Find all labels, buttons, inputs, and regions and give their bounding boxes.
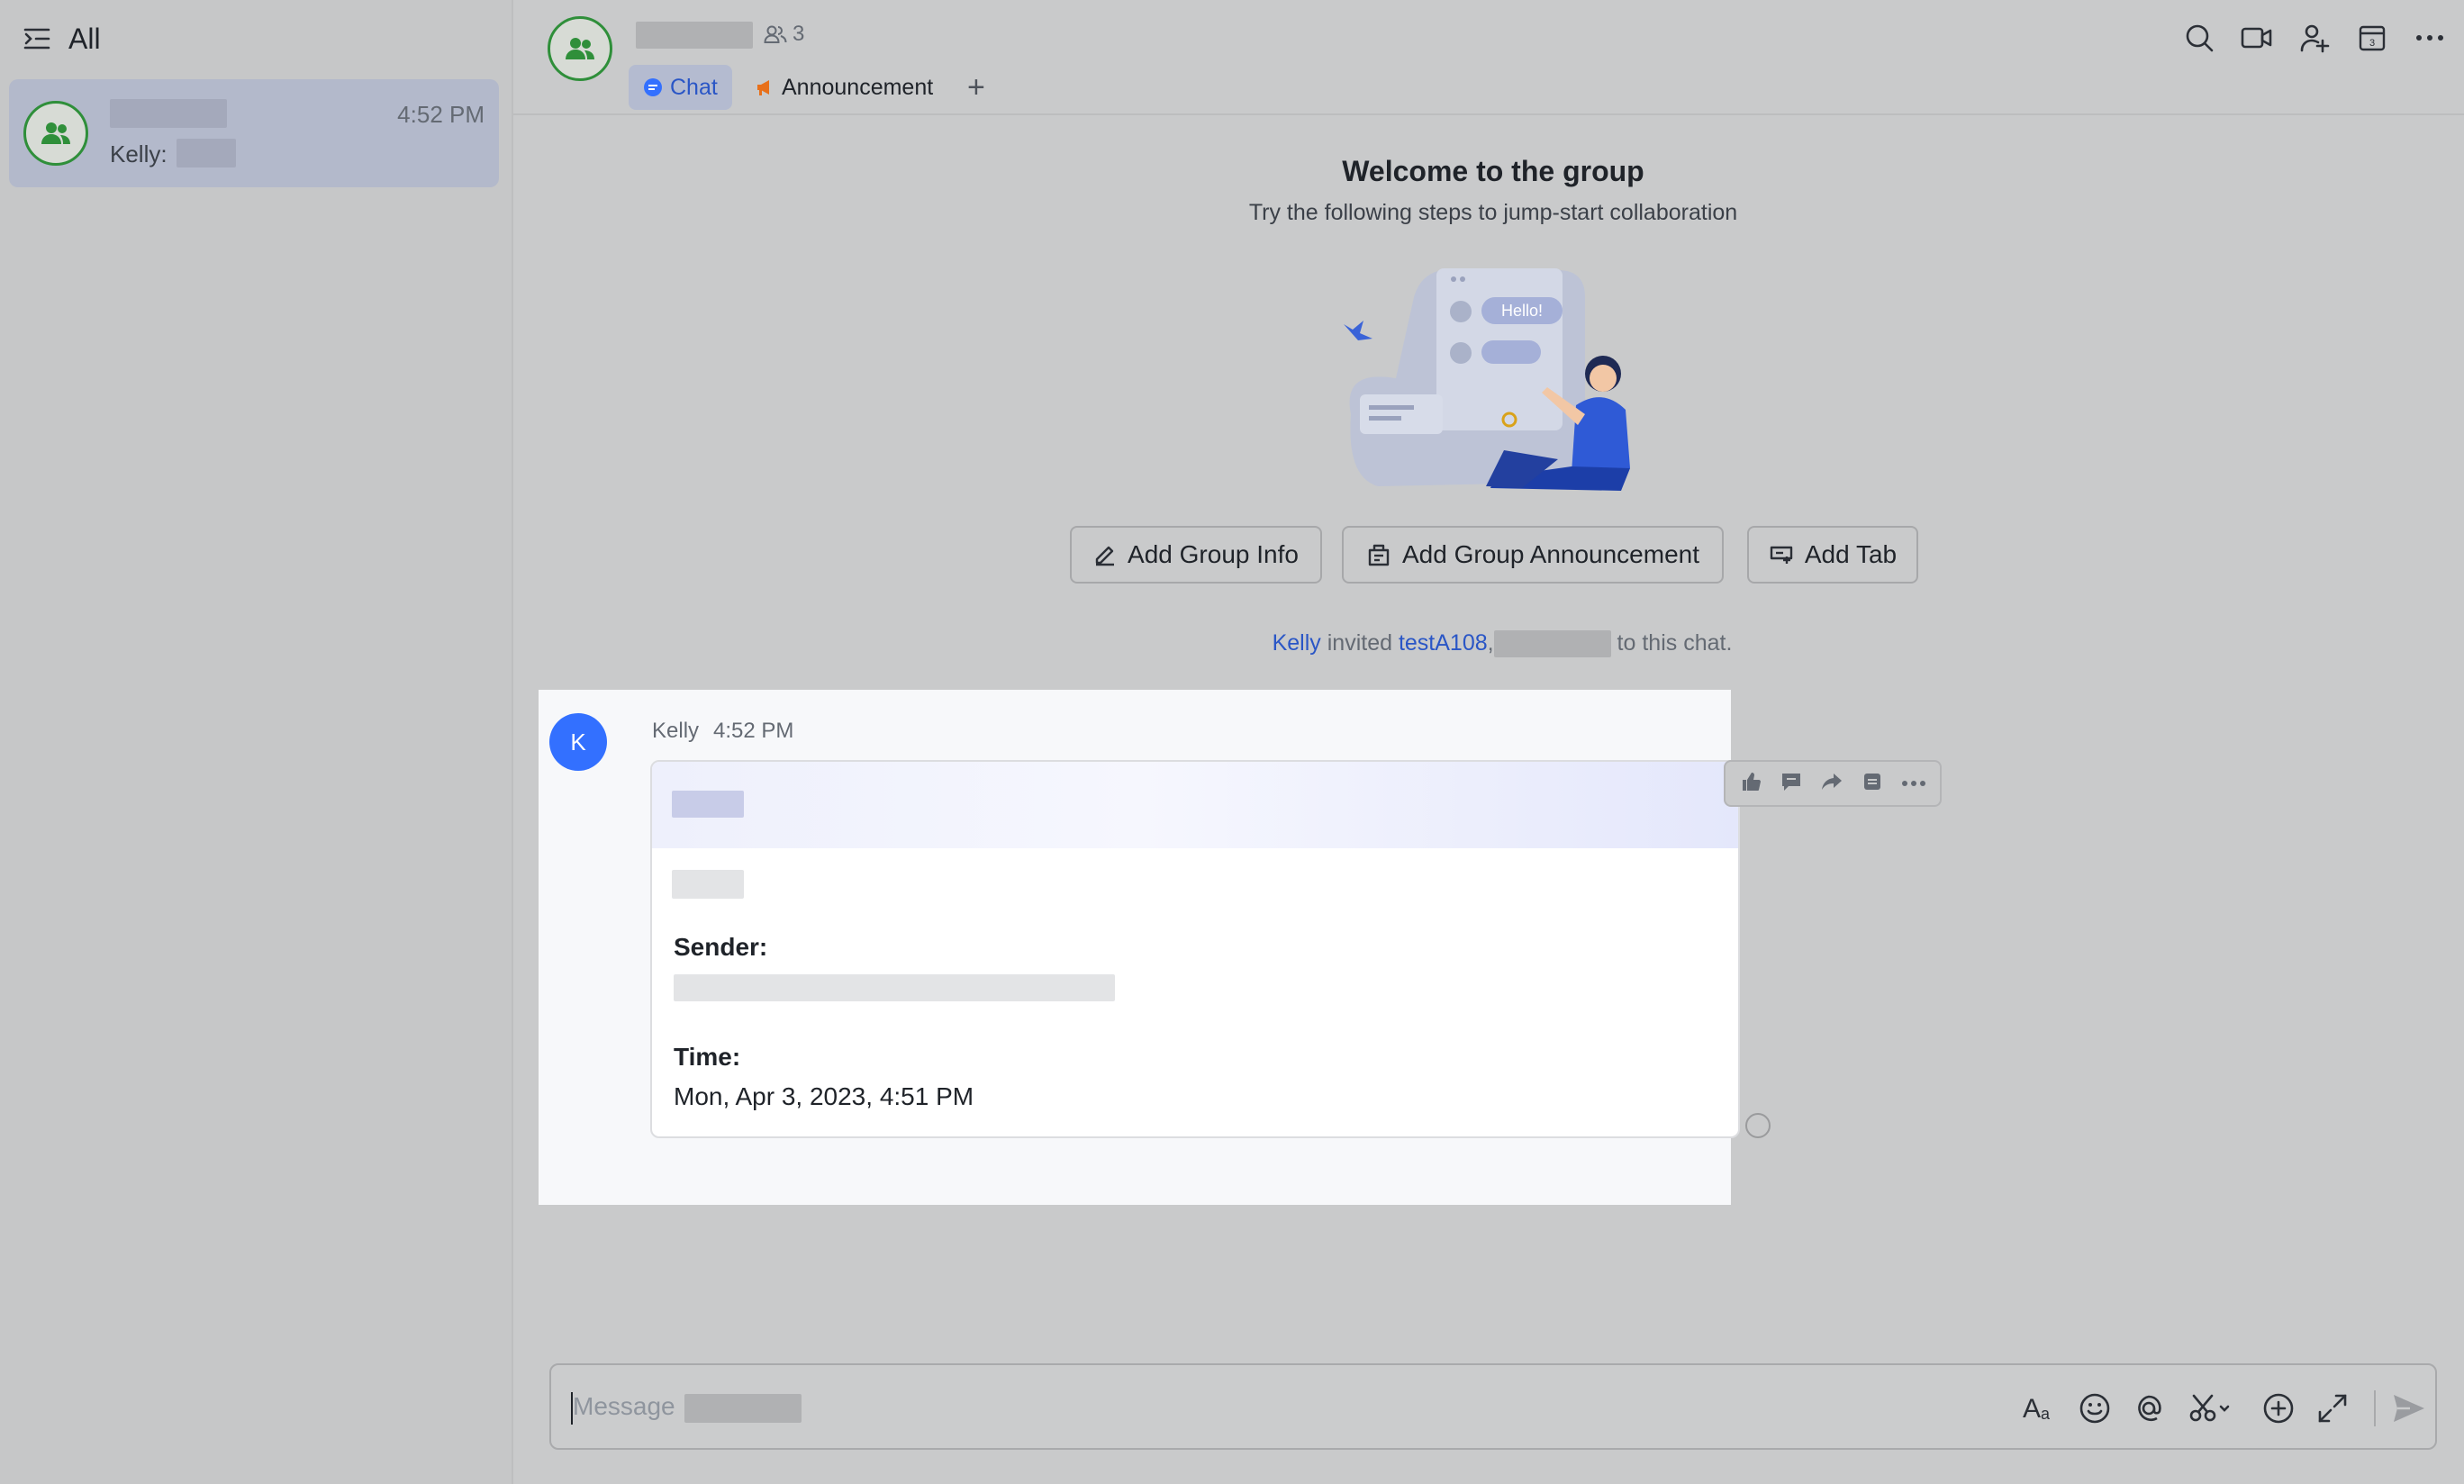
expand-composer-icon[interactable] [2316, 1392, 2349, 1429]
tab-announcement[interactable]: Announcement [740, 65, 947, 110]
more-horizontal-icon [2416, 35, 2443, 41]
add-tab-label: Add Tab [1804, 540, 1898, 568]
quote-icon[interactable] [1862, 771, 1883, 797]
more-actions-icon[interactable] [1901, 775, 1925, 792]
plus-icon: + [967, 69, 985, 104]
video-camera-icon [2241, 27, 2272, 49]
welcome-subtitle: Try the following steps to jump-start co… [1248, 200, 1738, 225]
chat-header: 3 Chat Announcement + 3 [513, 0, 2464, 115]
emoji-icon[interactable] [2079, 1392, 2111, 1429]
group-avatar [23, 101, 88, 166]
message-row[interactable]: K Kelly 4:52 PM Sender: Time: Mon, Apr 3… [539, 690, 1771, 1205]
hello-bubble-text: Hello! [1501, 302, 1543, 320]
invite-separator: , [1487, 630, 1494, 656]
chat-preview-sender: Kelly: [110, 140, 168, 167]
add-group-info-button[interactable]: Add Group Info [1070, 526, 1322, 584]
tab-add-icon [1770, 546, 1793, 564]
thumbs-up-icon[interactable] [1740, 771, 1762, 797]
more-options-button[interactable] [2412, 20, 2448, 56]
sender-avatar-initial: K [570, 728, 586, 756]
search-chat-button[interactable] [2181, 20, 2217, 56]
sidebar-title: All [68, 22, 101, 55]
header-group-avatar[interactable] [548, 16, 612, 81]
card-header [652, 762, 1738, 848]
reply-icon[interactable] [1780, 771, 1802, 797]
message-sender-name[interactable]: Kelly [652, 719, 699, 744]
announcement-board-icon [1368, 544, 1390, 566]
calendar-button[interactable]: 3 [2354, 20, 2390, 56]
message-action-bar [1724, 760, 1942, 807]
message-composer[interactable]: Message Aa [549, 1363, 2437, 1450]
chat-preview-redacted [177, 139, 236, 167]
chat-main: 3 Chat Announcement + 3 Welcome to the g… [513, 0, 2464, 1484]
video-call-button[interactable] [2239, 20, 2275, 56]
composer-placeholder[interactable]: Message [573, 1392, 675, 1421]
send-icon[interactable] [2392, 1392, 2426, 1429]
chat-list-item[interactable]: 4:52 PM Kelly: [9, 79, 499, 187]
add-tab-button[interactable]: Add Tab [1747, 526, 1918, 584]
invitee-link[interactable]: testA108 [1399, 630, 1488, 656]
edit-pencil-icon [1095, 546, 1115, 566]
mention-icon[interactable] [2133, 1392, 2165, 1429]
invite-suffix: to this chat. [1617, 630, 1733, 656]
message-meta: Kelly 4:52 PM [652, 719, 793, 744]
tab-announcement-label: Announcement [782, 74, 934, 100]
megaphone-icon [757, 80, 769, 95]
sidebar-header: All [23, 16, 101, 61]
svg-text:3: 3 [2369, 38, 2375, 49]
add-member-button[interactable] [2296, 20, 2333, 56]
chat-bubble-icon [644, 78, 662, 96]
chat-time: 4:52 PM [397, 101, 485, 128]
sidebar: All 4:52 PM Kelly: [0, 0, 513, 1484]
card-time-label: Time: [674, 1043, 741, 1071]
search-icon [2186, 24, 2214, 52]
inviter-link[interactable]: Kelly [1273, 630, 1321, 656]
message-card[interactable]: Sender: Time: Mon, Apr 3, 2023, 4:51 PM [650, 760, 1740, 1138]
tab-chat[interactable]: Chat [629, 65, 732, 110]
members-icon [764, 25, 787, 43]
read-status-indicator[interactable] [1745, 1113, 1771, 1138]
calendar-icon: 3 [2359, 25, 2386, 51]
add-group-announcement-label: Add Group Announcement [1401, 540, 1699, 568]
add-group-info-label: Add Group Info [1128, 540, 1299, 568]
member-count-value: 3 [793, 22, 805, 46]
invitee-redacted[interactable] [1493, 630, 1611, 658]
svg-text:A: A [2023, 1394, 2041, 1424]
text-format-icon[interactable]: Aa [2021, 1390, 2057, 1431]
welcome-illustration: Hello! [1344, 268, 1630, 491]
sender-avatar[interactable]: K [549, 713, 607, 771]
card-time-value: Mon, Apr 3, 2023, 4:51 PM [674, 1082, 974, 1110]
card-sender-label: Sender: [674, 933, 768, 961]
chat-name-redacted [110, 99, 227, 128]
tab-chat-label: Chat [670, 74, 718, 100]
screenshot-scissors-icon[interactable] [2188, 1392, 2233, 1429]
group-icon [566, 38, 594, 59]
welcome-title: Welcome to the group [1342, 155, 1644, 187]
card-title-redacted [672, 791, 744, 818]
card-sender-redacted [674, 974, 1115, 1001]
add-attachment-icon[interactable] [2262, 1392, 2295, 1429]
system-invite-message: Kelly invited testA108, to this chat. [513, 630, 2464, 658]
collapse-menu-icon[interactable] [23, 27, 50, 50]
message-time: 4:52 PM [713, 719, 794, 743]
add-tab-plus-button[interactable]: + [953, 65, 1000, 110]
composer-placeholder-redacted [684, 1394, 802, 1423]
invite-verb: invited [1327, 630, 1392, 656]
composer-divider [2374, 1390, 2376, 1426]
group-icon [41, 122, 70, 144]
add-user-icon [2300, 24, 2330, 53]
member-count[interactable]: 3 [764, 22, 804, 47]
card-subtitle-redacted [672, 870, 744, 899]
group-name-redacted[interactable] [636, 22, 753, 49]
add-group-announcement-button[interactable]: Add Group Announcement [1342, 526, 1724, 584]
svg-text:a: a [2041, 1405, 2051, 1423]
forward-icon[interactable] [1821, 771, 1843, 797]
